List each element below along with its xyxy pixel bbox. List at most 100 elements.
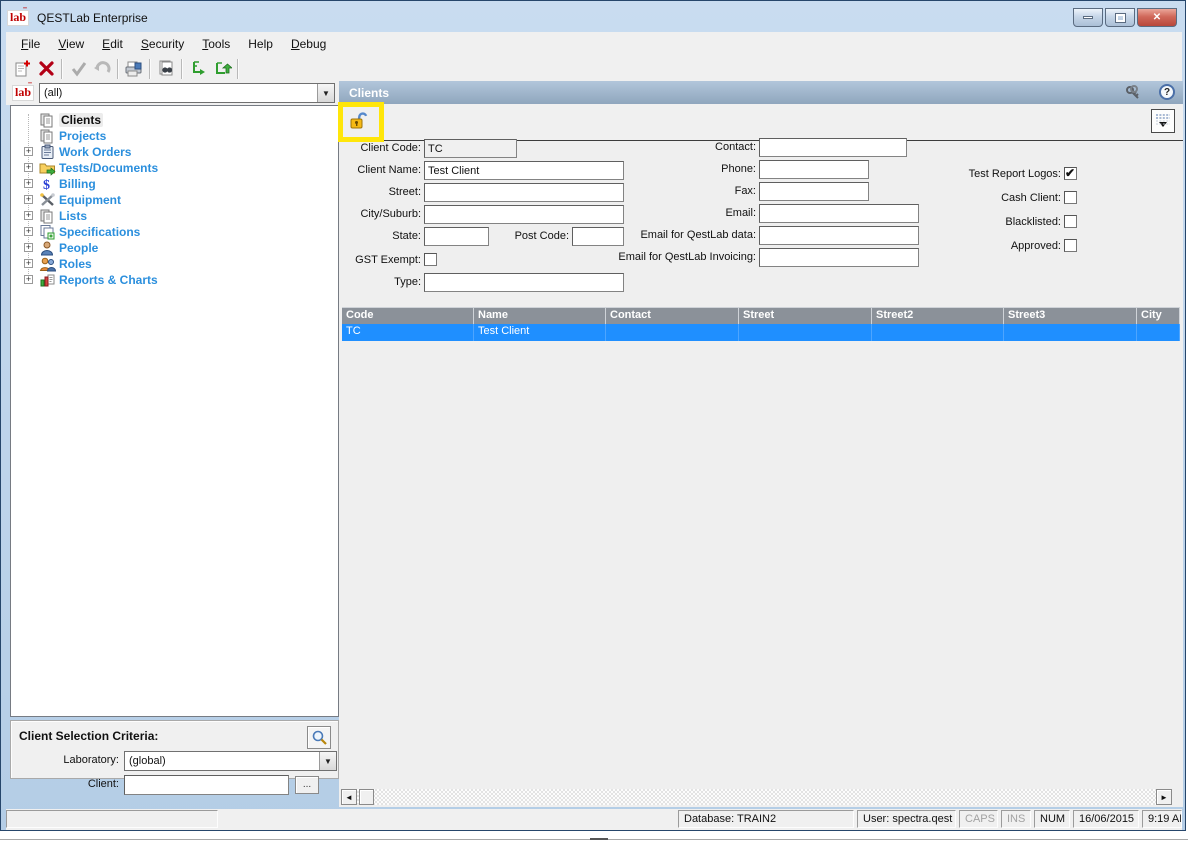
tree-item-lists[interactable]: + Lists [11, 208, 338, 224]
email-qestlab-invoicing-input[interactable] [759, 248, 919, 267]
tree-item-billing[interactable]: + $ Billing [11, 176, 338, 192]
status-message-panel [6, 810, 218, 828]
find-icon [156, 59, 176, 79]
close-icon: ✕ [1153, 12, 1161, 23]
expand-plus-icon[interactable]: + [24, 179, 33, 188]
cell-city[interactable] [1137, 324, 1180, 341]
scope-combobox[interactable]: (all) ▼ [39, 83, 335, 103]
cell-code[interactable]: TC [342, 324, 474, 341]
menu-tools[interactable]: Tools [193, 34, 239, 54]
state-label: State: [339, 230, 421, 242]
cell-name[interactable]: Test Client [474, 324, 606, 341]
contact-input[interactable] [759, 138, 907, 157]
expand-plus-icon[interactable]: + [24, 259, 33, 268]
chevron-down-icon[interactable]: ▼ [319, 752, 336, 770]
transfer-home-button[interactable] [210, 58, 234, 80]
client-criteria-input[interactable] [124, 775, 289, 795]
approved-label: Approved: [939, 240, 1061, 252]
tree-item-equipment[interactable]: + Equipment [11, 192, 338, 208]
horizontal-scrollbar[interactable]: ◄ ► [341, 789, 1172, 805]
expand-plus-icon[interactable]: + [24, 275, 33, 284]
print-button[interactable] [122, 58, 146, 80]
expand-plus-icon[interactable]: + [24, 243, 33, 252]
cash-client-checkbox[interactable] [1064, 191, 1077, 204]
tree-item-tests-documents[interactable]: + Tests/Documents [11, 160, 338, 176]
email-qestlab-data-input[interactable] [759, 226, 919, 245]
undo-button[interactable] [90, 58, 114, 80]
tree-item-label: Lists [59, 209, 87, 223]
tree-item-label: People [59, 241, 98, 255]
toolbar-separator [117, 59, 119, 79]
tree-item-specifications[interactable]: + Specifications [11, 224, 338, 240]
confirm-button[interactable] [66, 58, 90, 80]
cell-contact[interactable] [606, 324, 739, 341]
menu-view[interactable]: View [49, 34, 93, 54]
test-report-logos-checkbox[interactable] [1064, 167, 1077, 180]
tree-item-clients[interactable]: Clients [11, 112, 338, 128]
grid-row-selected[interactable]: TC Test Client [342, 324, 1180, 341]
menu-file[interactable]: File [12, 34, 49, 54]
browse-ellipsis-button[interactable]: ... [295, 776, 319, 794]
menu-help[interactable]: Help [239, 34, 282, 54]
column-header-street2[interactable]: Street2 [872, 307, 1004, 324]
type-input[interactable] [424, 273, 624, 292]
column-header-street3[interactable]: Street3 [1004, 307, 1137, 324]
menu-security[interactable]: Security [132, 34, 193, 54]
close-button[interactable]: ✕ [1137, 8, 1177, 27]
blacklisted-checkbox[interactable] [1064, 215, 1077, 228]
maximize-button[interactable] [1105, 8, 1135, 27]
menu-debug[interactable]: Debug [282, 34, 335, 54]
toggle-form-view-button[interactable] [1151, 109, 1175, 133]
delete-icon [37, 59, 56, 78]
email-input[interactable] [759, 204, 919, 223]
gst-exempt-label: GST Exempt: [339, 254, 421, 266]
delete-button[interactable] [34, 58, 58, 80]
transfer-out-button[interactable] [186, 58, 210, 80]
keys-icon[interactable] [1125, 85, 1143, 100]
new-record-button[interactable] [10, 58, 34, 80]
approved-checkbox[interactable] [1064, 239, 1077, 252]
column-header-contact[interactable]: Contact [606, 307, 739, 324]
scroll-left-button[interactable]: ◄ [341, 789, 357, 805]
test-report-logos-label: Test Report Logos: [939, 168, 1061, 180]
grid-header-row: Code Name Contact Street Street2 Street3… [342, 307, 1180, 324]
expand-plus-icon[interactable]: + [24, 163, 33, 172]
client-code-input[interactable] [424, 139, 517, 158]
email-qestlab-invoicing-label: Email for QestLab Invoicing: [589, 251, 756, 263]
minimize-button[interactable] [1073, 8, 1103, 27]
fax-input[interactable] [759, 182, 869, 201]
people-icon [39, 256, 56, 272]
tree-item-reports-charts[interactable]: + Reports & Charts [11, 272, 338, 288]
transfer-out-icon [188, 59, 208, 79]
expand-plus-icon[interactable]: + [24, 227, 33, 236]
expand-plus-icon[interactable]: + [24, 147, 33, 156]
list-icon [39, 208, 56, 224]
column-header-name[interactable]: Name [474, 307, 606, 324]
cell-street[interactable] [739, 324, 872, 341]
search-button[interactable] [307, 726, 331, 749]
expand-plus-icon[interactable]: + [24, 195, 33, 204]
window-title: QESTLab Enterprise [37, 11, 148, 25]
scrollbar-thumb[interactable] [359, 789, 374, 805]
expand-plus-icon[interactable]: + [24, 211, 33, 220]
column-header-city[interactable]: City [1137, 307, 1180, 324]
tree-item-projects[interactable]: Projects [11, 128, 338, 144]
menu-edit[interactable]: Edit [93, 34, 132, 54]
phone-input[interactable] [759, 160, 869, 179]
state-input[interactable] [424, 227, 489, 246]
tree-item-work-orders[interactable]: + Work Orders [11, 144, 338, 160]
column-header-street[interactable]: Street [739, 307, 872, 324]
gst-exempt-checkbox[interactable] [424, 253, 437, 266]
chevron-down-icon[interactable]: ▼ [317, 84, 334, 102]
column-header-code[interactable]: Code [342, 307, 474, 324]
scroll-right-button[interactable]: ► [1156, 789, 1172, 805]
specifications-icon [39, 224, 56, 240]
cell-street2[interactable] [872, 324, 1004, 341]
tree-item-people[interactable]: + People [11, 240, 338, 256]
cell-street3[interactable] [1004, 324, 1137, 341]
find-button[interactable] [154, 58, 178, 80]
tree-item-roles[interactable]: + Roles [11, 256, 338, 272]
help-button[interactable]: ? [1159, 84, 1175, 100]
status-caps: CAPS [959, 810, 998, 828]
laboratory-combobox[interactable]: (global) ▼ [124, 751, 337, 771]
